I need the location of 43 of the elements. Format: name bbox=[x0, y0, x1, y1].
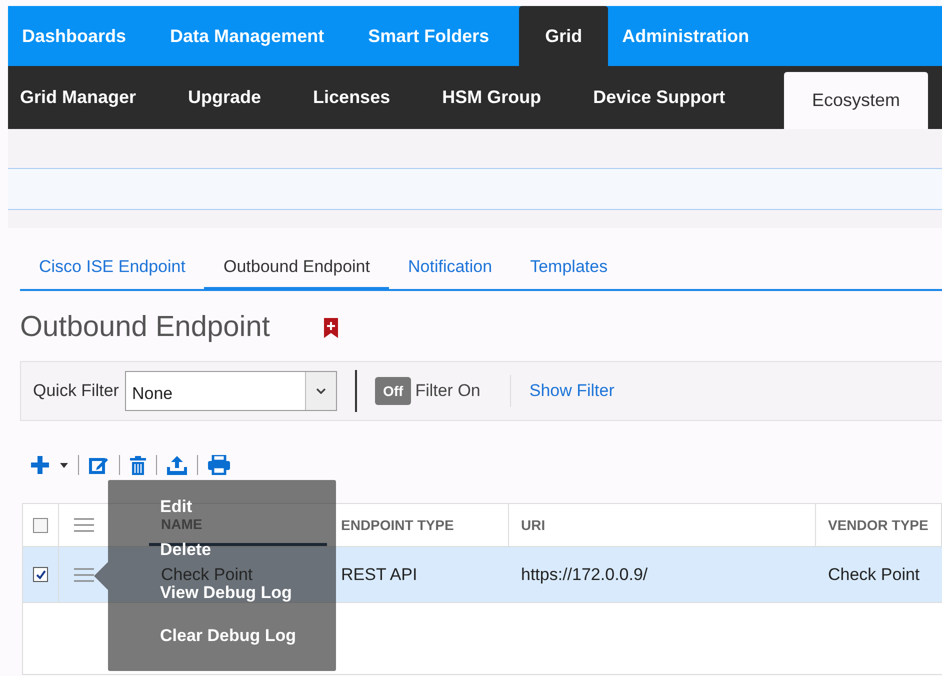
caret-icon[interactable] bbox=[60, 462, 68, 468]
sub-nav-tab[interactable]: Device Support bbox=[581, 66, 752, 129]
column-header[interactable]: VENDOR TYPE bbox=[828, 517, 928, 533]
main-nav-tab[interactable]: Grid bbox=[519, 6, 608, 66]
tab[interactable]: Outbound Endpoint bbox=[204, 255, 389, 291]
sub-nav-tab[interactable]: Grid Manager bbox=[8, 66, 162, 129]
sub-nav-tab[interactable]: Upgrade bbox=[176, 66, 288, 129]
sub-nav-tab[interactable]: HSM Group bbox=[430, 66, 568, 129]
sub-nav-tab[interactable]: Ecosystem bbox=[784, 72, 928, 129]
print-icon[interactable] bbox=[208, 455, 230, 475]
quick-filter-label: Quick Filter bbox=[33, 381, 119, 401]
trash-icon[interactable] bbox=[130, 456, 146, 474]
tab[interactable]: Notification bbox=[388, 255, 512, 291]
table-cell: https://172.0.0.9/ bbox=[521, 564, 648, 584]
table-cell: Check Point bbox=[161, 564, 253, 584]
main-nav-tab[interactable]: Data Management bbox=[156, 6, 340, 66]
filter-toggle[interactable]: Off bbox=[374, 377, 412, 405]
row-checkbox[interactable] bbox=[33, 567, 48, 582]
quick-filter-dropdown[interactable]: None bbox=[124, 371, 337, 411]
filter-toggle-label: Filter On bbox=[415, 381, 480, 401]
tab[interactable]: Cisco ISE Endpoint bbox=[20, 255, 204, 291]
show-filter-link[interactable]: Show Filter bbox=[529, 381, 614, 401]
add-icon[interactable] bbox=[30, 455, 50, 475]
edit-icon[interactable] bbox=[89, 456, 109, 474]
tab[interactable]: Templates bbox=[511, 255, 627, 291]
menu-pointer bbox=[94, 562, 108, 590]
bookmark-plus-icon[interactable] bbox=[324, 318, 338, 338]
page-heading: Outbound Endpoint bbox=[20, 311, 270, 344]
select-all-checkbox[interactable] bbox=[33, 518, 48, 532]
main-nav-tab[interactable]: Administration bbox=[608, 6, 766, 66]
menu-icon[interactable] bbox=[74, 518, 94, 532]
column-header[interactable]: ENDPOINT TYPE bbox=[341, 517, 454, 533]
column-header[interactable]: URI bbox=[521, 517, 546, 533]
main-nav-tab[interactable]: Smart Folders bbox=[354, 6, 506, 66]
upload-icon[interactable] bbox=[167, 456, 187, 474]
table-cell: Check Point bbox=[828, 564, 920, 584]
context-menu-item[interactable]: View Debug Log bbox=[160, 582, 292, 602]
sub-nav-tab[interactable]: Licenses bbox=[301, 66, 416, 129]
context-menu-item[interactable]: Edit bbox=[160, 496, 192, 516]
table-cell: REST API bbox=[341, 564, 418, 584]
context-menu-item[interactable]: Clear Debug Log bbox=[160, 626, 296, 646]
main-nav-tab[interactable]: Dashboards bbox=[8, 6, 142, 66]
menu-icon[interactable] bbox=[74, 568, 94, 582]
